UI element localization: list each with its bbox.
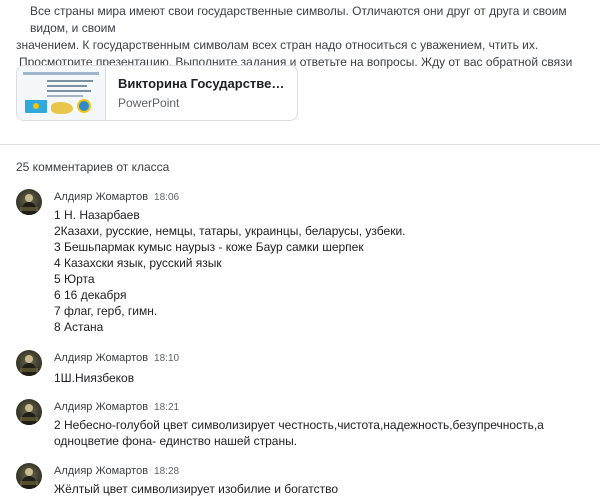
avatar (16, 463, 42, 489)
presentation-thumbnail-icon (17, 66, 106, 120)
comment-line: 4 Казахски язык, русский язык (54, 256, 222, 270)
avatar (16, 189, 42, 215)
comment-line: 6 16 декабря (54, 288, 127, 302)
comment-author: Алдияр Жомартов (54, 352, 149, 364)
comment-line: 2Казахи, русские, немцы, татары, украинц… (54, 224, 406, 238)
comment-line: 3 Бешьпармак кумыс наурыз - коже Баур са… (54, 240, 364, 254)
comment-line: 5 Юрта (54, 272, 95, 286)
attachment-title: Викторина Государстве… (118, 76, 285, 91)
avatar (16, 350, 42, 376)
comment-body: 1 Н. Назарбаев 2Казахи, русские, немцы, … (54, 207, 574, 335)
description-line: значением. К государственным символам вс… (16, 38, 539, 52)
attachment-card[interactable]: Викторина Государстве… PowerPoint (16, 65, 298, 121)
comment-line: 8 Астана (54, 320, 104, 334)
comment-line: 1 Н. Назарбаев (54, 208, 140, 222)
comment-time: 18:21 (154, 402, 180, 413)
comment-author: Алдияр Жомартов (54, 191, 149, 203)
description-line: Все страны мира имеют свои государственн… (30, 4, 567, 35)
comment-time: 18:10 (154, 353, 180, 364)
comment-author: Алдияр Жомартов (54, 465, 149, 477)
section-divider (0, 144, 600, 145)
avatar (16, 399, 42, 425)
comment-line: 7 флаг, герб, гимн. (54, 304, 158, 318)
comment-time: 18:28 (154, 466, 180, 477)
assignment-description: Все страны мира имеют свои государственн… (16, 3, 592, 71)
comment-line: 2 Небесно-голубой цвет символизирует чес… (54, 418, 544, 432)
comment-line: 1Ш.Ниязбеков (54, 371, 135, 385)
comment-body: 1Ш.Ниязбеков (54, 370, 574, 386)
comment-body: 2 Небесно-голубой цвет символизирует чес… (54, 417, 574, 449)
comment-line: одноцветие фона- единство нашей страны. (54, 434, 298, 448)
comment-author: Алдияр Жомартов (54, 401, 149, 413)
comment-time: 18:06 (154, 192, 180, 203)
comment-body: Жёлтый цвет символизирует изобилие и бог… (54, 481, 574, 497)
comment-line: Жёлтый цвет символизирует изобилие и бог… (54, 482, 339, 496)
attachment-type: PowerPoint (118, 96, 180, 110)
class-comments-link[interactable]: 25 комментариев от класса (16, 159, 169, 175)
